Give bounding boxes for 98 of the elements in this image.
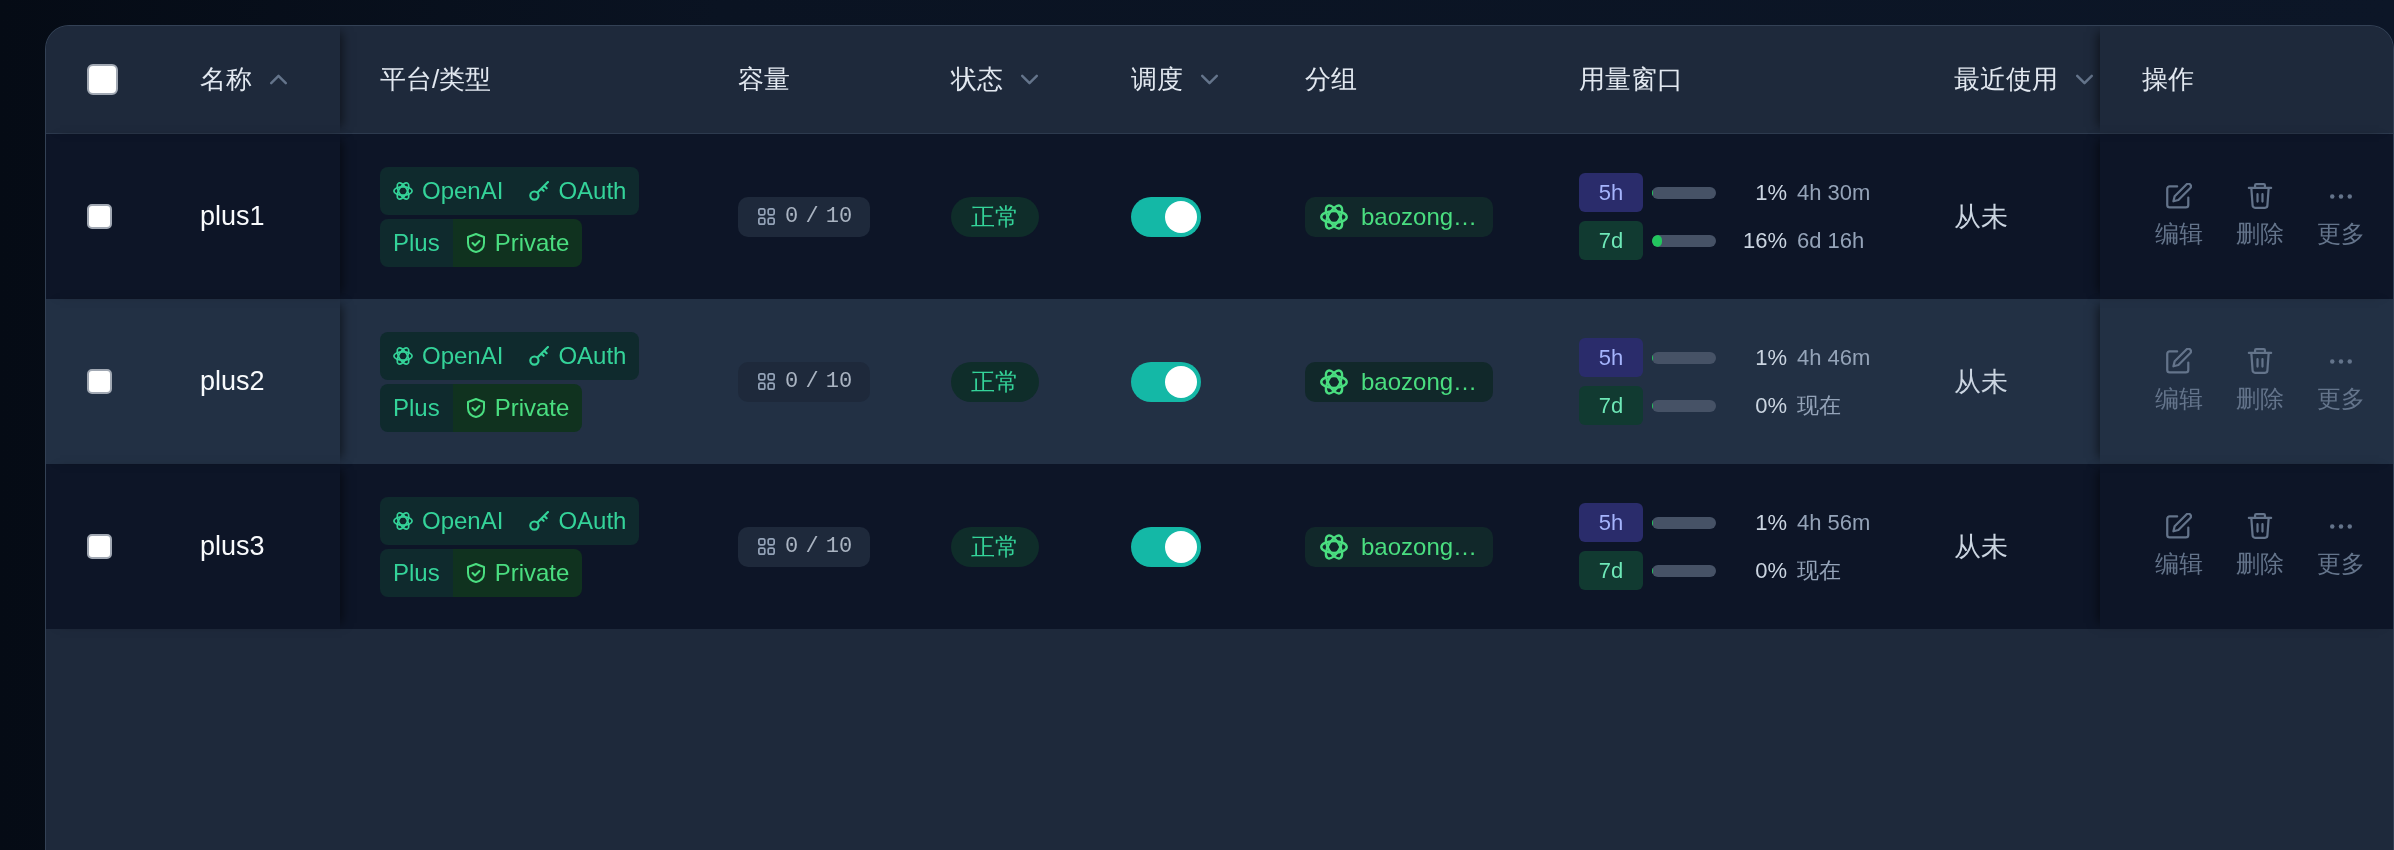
more-icon (2330, 194, 2352, 199)
capacity-text: 0 / 10 (785, 369, 853, 394)
platform-name: OpenAI (422, 341, 504, 370)
group-name: baozong… (1361, 532, 1478, 561)
delete-icon (2247, 513, 2273, 539)
toggle-switch[interactable] (1131, 196, 1201, 237)
row-checkbox[interactable] (87, 369, 112, 394)
account-name: plus2 (200, 366, 265, 397)
atom-icon (393, 510, 413, 531)
more-button[interactable]: 更多 (2317, 348, 2365, 415)
last-used-text: 从未 (1954, 530, 2008, 564)
atom-icon (393, 345, 413, 366)
capacity-text: 0 / 10 (785, 204, 853, 229)
usage-percent: 0% (1754, 392, 1787, 419)
platform-name: OpenAI (422, 506, 504, 535)
more-icon (2330, 359, 2352, 364)
edit-button[interactable]: 编辑 (2155, 513, 2203, 580)
shield-icon (465, 397, 486, 418)
last-used-text: 从未 (1954, 200, 2008, 234)
plan-tag: Plus (380, 548, 453, 597)
delete-icon (2247, 183, 2273, 209)
reset-time: 现在 (1797, 556, 1841, 585)
usage-percent: 1% (1754, 179, 1787, 206)
chevron-down-icon[interactable] (1201, 74, 1218, 85)
window-badge: 5h (1579, 338, 1643, 377)
status-badge: 正常 (951, 196, 1039, 237)
window-badge: 5h (1579, 173, 1643, 212)
edit-icon (2166, 348, 2192, 374)
privacy-label: Private (494, 393, 570, 422)
last-used-text: 从未 (1954, 365, 2008, 399)
plan-tag: Plus (380, 383, 453, 432)
privacy-label: Private (494, 558, 570, 587)
chevron-up-icon[interactable] (270, 74, 287, 85)
auth-type: OAuth (558, 341, 627, 370)
chevron-down-icon[interactable] (1021, 74, 1038, 85)
delete-icon (2247, 348, 2273, 374)
window-badge: 7d (1579, 551, 1643, 590)
plan-tag: Plus (380, 218, 453, 267)
grid-icon (758, 373, 775, 390)
account-name: plus1 (200, 201, 265, 232)
window-badge: 7d (1579, 221, 1643, 260)
atom-icon (1320, 532, 1348, 561)
row-checkbox[interactable] (87, 534, 112, 559)
usage-percent: 0% (1754, 557, 1787, 584)
usage-percent: 1% (1754, 344, 1787, 371)
group-name: baozong… (1361, 202, 1478, 231)
column-header[interactable]: 最近使用 (1954, 62, 2058, 97)
column-header: 平台/类型 (380, 63, 492, 96)
reset-time: 4h 46m (1797, 344, 1871, 371)
chevron-down-icon[interactable] (2076, 74, 2093, 85)
column-header[interactable]: 名称 (200, 62, 252, 97)
row-checkbox[interactable] (87, 204, 112, 229)
reset-time: 4h 30m (1797, 179, 1871, 206)
grid-icon (758, 208, 775, 225)
reset-time: 4h 56m (1797, 509, 1871, 536)
auth-type: OAuth (558, 176, 627, 205)
edit-button[interactable]: 编辑 (2155, 183, 2203, 250)
status-badge: 正常 (951, 361, 1039, 402)
shield-icon (465, 562, 486, 583)
key-icon (529, 510, 550, 531)
select-all-checkbox[interactable] (87, 64, 118, 95)
shield-icon (465, 232, 486, 253)
atom-icon (393, 180, 413, 201)
column-header: 操作 (2142, 63, 2194, 96)
grid-icon (758, 538, 775, 555)
window-badge: 7d (1579, 386, 1643, 425)
more-icon (2330, 524, 2352, 529)
key-icon (529, 345, 550, 366)
atom-icon (1320, 367, 1348, 396)
column-header[interactable]: 调度 (1131, 62, 1183, 97)
column-header: 容量 (738, 63, 790, 96)
capacity-text: 0 / 10 (785, 534, 853, 559)
platform-name: OpenAI (422, 176, 504, 205)
toggle-switch[interactable] (1131, 526, 1201, 567)
atom-icon (1320, 202, 1348, 231)
group-name: baozong… (1361, 367, 1478, 396)
auth-type: OAuth (558, 506, 627, 535)
more-button[interactable]: 更多 (2317, 513, 2365, 580)
privacy-label: Private (494, 228, 570, 257)
column-header: 分组 (1305, 63, 1357, 96)
status-badge: 正常 (951, 526, 1039, 567)
usage-percent: 1% (1754, 509, 1787, 536)
reset-time: 现在 (1797, 391, 1841, 420)
more-button[interactable]: 更多 (2317, 183, 2365, 250)
toggle-switch[interactable] (1131, 361, 1201, 402)
edit-icon (2166, 513, 2192, 539)
window-badge: 5h (1579, 503, 1643, 542)
reset-time: 6d 16h (1797, 227, 1865, 254)
account-name: plus3 (200, 531, 265, 562)
key-icon (529, 180, 550, 201)
delete-button[interactable]: 删除 (2236, 513, 2284, 580)
delete-button[interactable]: 删除 (2236, 348, 2284, 415)
delete-button[interactable]: 删除 (2236, 183, 2284, 250)
column-header[interactable]: 状态 (951, 62, 1003, 97)
column-header: 用量窗口 (1579, 63, 1683, 96)
edit-icon (2166, 183, 2192, 209)
edit-button[interactable]: 编辑 (2155, 348, 2203, 415)
usage-percent: 16% (1741, 227, 1787, 254)
